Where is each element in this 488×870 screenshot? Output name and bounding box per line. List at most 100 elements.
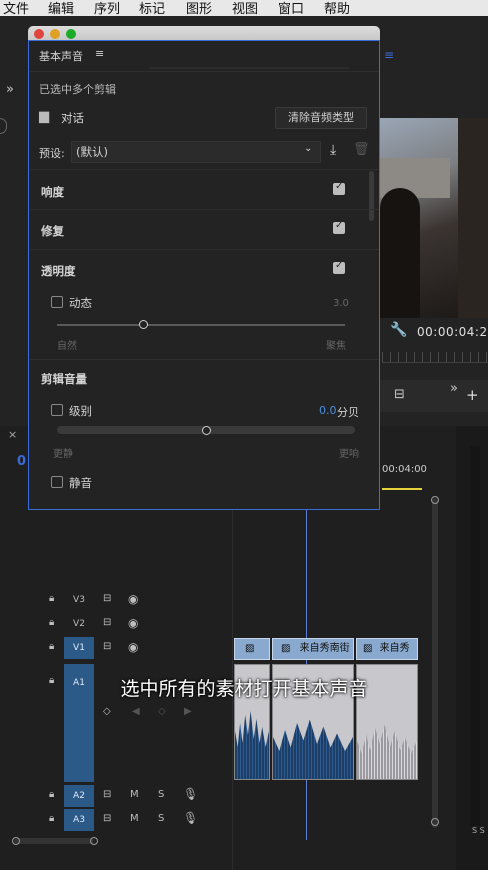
video-clip[interactable]: ▨ [234, 638, 270, 660]
dynamics-slider[interactable] [57, 324, 345, 326]
hscroll-handle-left[interactable] [12, 837, 20, 845]
lock-icon[interactable]: 🔒︎ [49, 617, 54, 628]
dynamics-checkbox[interactable] [51, 296, 63, 308]
track-name[interactable]: V1 [64, 637, 94, 659]
menu-graphics[interactable]: 视图 [232, 0, 258, 17]
export-frame-icon[interactable]: ⊟ [394, 387, 405, 402]
close-window-icon[interactable] [34, 29, 44, 39]
close-tab-icon[interactable]: × [8, 428, 17, 441]
menu-sequence[interactable]: 标记 [139, 0, 165, 17]
loudness-label[interactable]: 响度 [41, 184, 64, 200]
track-name[interactable]: V3 [64, 589, 94, 611]
panel-menu-icon[interactable]: ≡ [95, 47, 104, 60]
lock-icon[interactable]: 🔒︎ [49, 789, 54, 800]
menu-view[interactable]: 窗口 [278, 0, 304, 17]
dynamics-value[interactable]: 3.0 [333, 298, 349, 309]
level-slider-knob[interactable] [202, 426, 211, 435]
hscroll-handle-right[interactable] [90, 837, 98, 845]
clarity-checkbox[interactable] [333, 260, 345, 274]
mute-track-button[interactable]: M [130, 813, 139, 824]
next-keyframe-icon[interactable]: ▶ [184, 706, 192, 717]
menu-file[interactable]: 文件 [3, 0, 29, 17]
eye-icon[interactable]: ◉ [128, 592, 138, 606]
clear-audio-type-button[interactable]: 清除音频类型 [275, 107, 367, 129]
fx-icon: ▨ [363, 643, 376, 654]
track-name[interactable]: A2 [64, 785, 94, 807]
solo-track-button[interactable]: S [158, 813, 164, 824]
minimize-window-icon[interactable] [50, 29, 60, 39]
toggle-sync-icon[interactable]: ⊟ [103, 593, 111, 604]
track-name[interactable]: V2 [64, 613, 94, 635]
work-area-bar [382, 488, 422, 490]
chevron-down-icon: ⌄ [304, 143, 313, 154]
prev-keyframe-icon[interactable]: ◀ [132, 706, 140, 717]
track-name[interactable]: A3 [64, 809, 94, 831]
save-preset-icon[interactable]: ⤓ [330, 142, 336, 158]
toggle-sync-icon[interactable]: ⊟ [103, 617, 111, 628]
toggle-sync-icon[interactable]: ⊟ [103, 813, 111, 824]
dialogue-label: 对话 [61, 111, 84, 125]
level-label: 级别 [69, 404, 92, 418]
speech-bubble-icon: ▆ [39, 109, 49, 124]
video-subtitle: 选中所有的素材打开基本声音 [120, 678, 368, 700]
mute-track-button[interactable]: M [130, 789, 139, 800]
menu-window[interactable]: 帮助 [324, 0, 350, 17]
expand-panels-icon[interactable]: » [6, 82, 14, 97]
track-row-a2: 🔒︎ A2 ⊟ M S 🎙︎ [0, 784, 232, 808]
timeline-vertical-scrollbar[interactable] [432, 498, 438, 828]
fx-icon: ▨ [281, 643, 294, 654]
microphone-icon[interactable]: 🎙︎ [183, 787, 198, 801]
solo-track-button[interactable]: S [158, 789, 164, 800]
timeline-ruler-time: 00:04:00 [382, 464, 427, 475]
delete-preset-icon[interactable]: 🗑︎ [353, 142, 370, 157]
track-row-a3: 🔒︎ A3 ⊟ M S 🎙︎ [0, 808, 232, 832]
panel-scrollbar[interactable] [369, 171, 374, 221]
menu-marker[interactable]: 图形 [186, 0, 212, 17]
level-checkbox[interactable] [51, 404, 63, 416]
drag-handle[interactable] [149, 67, 349, 69]
zoom-window-icon[interactable] [66, 29, 76, 39]
fx-icon: ▨ [245, 643, 255, 654]
video-clip[interactable]: ▨ 来自秀 [356, 638, 418, 660]
clip-volume-label[interactable]: 剪辑音量 [41, 371, 87, 387]
toggle-sync-icon[interactable]: ⊟ [103, 641, 111, 652]
lock-icon[interactable]: 🔒︎ [49, 593, 54, 604]
more-buttons-icon[interactable]: » [450, 381, 458, 396]
repair-checkbox[interactable] [333, 220, 345, 234]
add-button-icon[interactable]: + [466, 386, 479, 404]
scroll-handle-top[interactable] [431, 496, 439, 504]
mute-checkbox[interactable] [51, 476, 63, 488]
keyframe-icon[interactable]: ◇ [103, 706, 111, 717]
loudness-checkbox[interactable] [333, 181, 345, 195]
program-monitor-preview [380, 118, 488, 318]
video-clip[interactable]: ▨ 来自秀南街 [272, 638, 354, 660]
panel-menu-icon[interactable]: ≡ [384, 48, 394, 62]
dynamics-label: 动态 [69, 296, 92, 310]
wrench-icon[interactable]: 🔧 [390, 322, 407, 338]
preset-dropdown[interactable]: (默认) ⌄ [71, 141, 321, 163]
level-unit: 分贝 [337, 406, 359, 419]
eye-icon[interactable]: ◉ [128, 616, 138, 630]
track-row-v1: 🔒︎ V1 ⊟ ◉ [0, 636, 232, 660]
clip-name: 来自秀南街 [299, 643, 350, 654]
timeline-horizontal-scrollbar[interactable] [14, 838, 94, 844]
microphone-icon[interactable]: 🎙︎ [183, 811, 198, 825]
track-row-v3: 🔒︎ V3 ⊟ ◉ [0, 588, 232, 612]
menu-edit[interactable]: 编辑 [48, 0, 74, 17]
menu-edit2[interactable]: 序列 [94, 0, 120, 17]
add-keyframe-icon[interactable]: ◇ [158, 706, 166, 717]
lock-icon[interactable]: 🔒︎ [49, 641, 54, 652]
eye-icon[interactable]: ◉ [128, 640, 138, 654]
repair-label[interactable]: 修复 [41, 223, 64, 239]
clarity-label[interactable]: 透明度 [41, 263, 76, 279]
monitor-timecode: 00:00:04:20 [417, 325, 488, 339]
scroll-handle-bottom[interactable] [431, 818, 439, 826]
audio-meter: S S [456, 426, 488, 870]
level-value[interactable]: 0.0 [319, 404, 337, 417]
focused-label: 聚焦 [326, 341, 346, 352]
toggle-sync-icon[interactable]: ⊟ [103, 789, 111, 800]
preset-label: 预设: [39, 147, 65, 160]
dynamics-slider-knob[interactable] [139, 320, 149, 329]
lock-icon[interactable]: 🔒︎ [49, 813, 54, 824]
panel-title[interactable]: 基本声音 [39, 48, 83, 64]
